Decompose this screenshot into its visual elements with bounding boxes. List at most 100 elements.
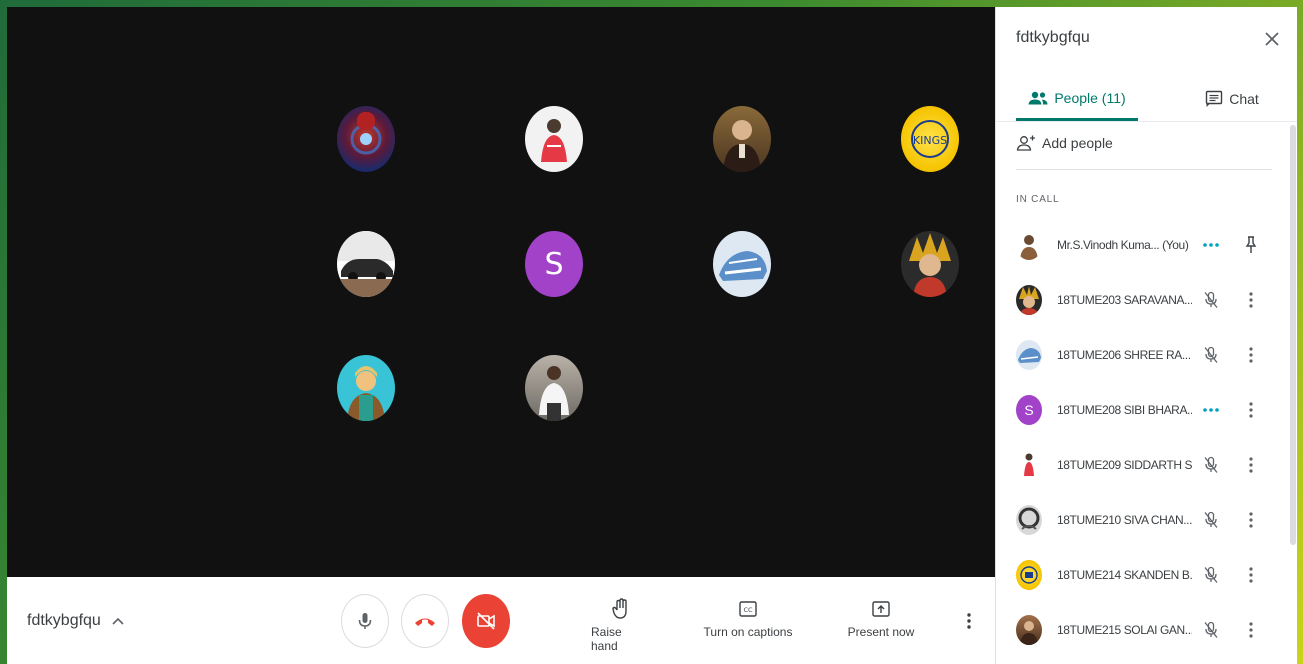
avatar: S: [1016, 395, 1042, 425]
more-vert-icon: [1249, 567, 1253, 583]
mic-off-icon: [1204, 291, 1218, 308]
more-options-button[interactable]: [1238, 512, 1264, 528]
participant-row[interactable]: Mr.S.Vinodh Kuma... (You): [1016, 225, 1276, 265]
hangup-icon: [415, 618, 435, 626]
close-panel-button[interactable]: [1260, 27, 1284, 51]
avatar-letter: S: [544, 246, 564, 282]
more-vert-icon: [1249, 512, 1253, 528]
ironman-avatar-icon: [350, 112, 382, 155]
muted-indicator: [1198, 456, 1224, 474]
participant-tile-1[interactable]: [337, 106, 395, 172]
meeting-details-toggle[interactable]: fdtkybgfqu: [27, 612, 125, 630]
more-options-button[interactable]: [1238, 567, 1264, 583]
participant-tile-5[interactable]: [337, 231, 395, 297]
mic-off-icon: [1204, 456, 1218, 473]
tab-people-label: People (11): [1054, 89, 1126, 106]
participant-tile-3[interactable]: [713, 106, 771, 172]
participant-tile-2[interactable]: [525, 106, 583, 172]
cartoon-avatar-icon: [347, 366, 385, 421]
avatar: [1016, 615, 1042, 645]
camera-button[interactable]: [462, 594, 510, 648]
mic-off-icon: [1204, 621, 1218, 638]
add-people-label: Add people: [1042, 135, 1113, 151]
participant-row[interactable]: 18TUME203 SARAVANA...: [1016, 280, 1276, 320]
speaking-indicator: [1198, 243, 1224, 247]
speaking-dots-icon: [1203, 408, 1219, 412]
hand-icon: [612, 598, 627, 619]
svg-text:KINGS: KINGS: [913, 134, 947, 147]
person-avatar-icon: [1024, 453, 1034, 476]
csk-logo-avatar-icon: KINGS: [911, 120, 949, 158]
participant-name: 18TUME214 SKANDEN B.: [1057, 568, 1192, 582]
camera-off-icon: [477, 612, 495, 630]
more-options-button[interactable]: [1238, 292, 1264, 308]
avatar: [1016, 340, 1042, 370]
chevron-up-icon: [112, 617, 124, 625]
avatar-letter: S: [1024, 402, 1034, 418]
shoes-avatar-icon: [719, 251, 767, 281]
tab-chat-label: Chat: [1229, 91, 1259, 107]
add-person-icon: [1016, 135, 1035, 151]
chat-icon: [1206, 90, 1223, 107]
mic-off-icon: [1204, 566, 1218, 583]
meet-window: KINGS S fdtkybgfqu Raise hand CC Turn on…: [7, 7, 1297, 664]
person-avatar-icon: [723, 120, 761, 172]
person-avatar-icon: [1020, 235, 1038, 260]
more-options-button[interactable]: [1238, 457, 1264, 473]
microphone-icon: [358, 613, 372, 629]
participant-row[interactable]: 18TUME214 SKANDEN B.: [1016, 555, 1276, 595]
tab-chat[interactable]: Chat: [1182, 77, 1282, 121]
participant-name: 18TUME210 SIVA CHAN...: [1057, 513, 1192, 527]
participant-row[interactable]: S 18TUME208 SIBI BHARA...: [1016, 390, 1276, 430]
participant-row[interactable]: 18TUME206 SHREE RA...: [1016, 335, 1276, 375]
video-stage: KINGS S: [7, 7, 995, 577]
participant-name: 18TUME215 SOLAI GAN...: [1057, 623, 1192, 637]
raise-hand-label: Raise hand: [591, 625, 622, 653]
panel-scrollbar[interactable]: [1290, 125, 1296, 545]
more-options-button[interactable]: [1238, 402, 1264, 418]
pin-button[interactable]: [1238, 236, 1264, 254]
meeting-code: fdtkybgfqu: [27, 612, 101, 629]
participant-tile-8[interactable]: [901, 231, 959, 297]
participant-tile-7[interactable]: [713, 231, 771, 297]
participant-tile-4[interactable]: KINGS: [901, 106, 959, 172]
muted-indicator: [1198, 511, 1224, 529]
participant-row[interactable]: 18TUME209 SIDDARTH S: [1016, 445, 1276, 485]
participant-name: Mr.S.Vinodh Kuma... (You): [1057, 238, 1189, 252]
raise-hand-button[interactable]: Raise hand: [591, 597, 651, 653]
participant-tile-10[interactable]: [525, 355, 583, 421]
avatar: [1016, 230, 1042, 260]
avatar: [1016, 505, 1042, 535]
panel-title: fdtkybgfqu: [1016, 29, 1090, 46]
leave-call-button[interactable]: [401, 594, 449, 648]
microphone-button[interactable]: [341, 594, 389, 648]
mic-off-icon: [1204, 511, 1218, 528]
more-vert-icon: [1249, 292, 1253, 308]
participant-row[interactable]: 18TUME215 SOLAI GAN...: [1016, 610, 1276, 650]
tab-people[interactable]: People (11): [1016, 77, 1138, 121]
more-vert-icon: [1249, 347, 1253, 363]
present-now-button[interactable]: Present now: [843, 597, 919, 639]
participant-tile-6[interactable]: S: [525, 231, 583, 297]
present-label: Present now: [847, 625, 915, 639]
person-avatar-icon: [539, 366, 569, 421]
participant-name: 18TUME203 SARAVANA...: [1057, 293, 1192, 307]
add-people-button[interactable]: Add people: [1016, 135, 1113, 151]
more-options-button[interactable]: [959, 611, 979, 631]
more-options-button[interactable]: [1238, 622, 1264, 638]
participant-row[interactable]: 18TUME210 SIVA CHAN...: [1016, 500, 1276, 540]
captions-button[interactable]: CC Turn on captions: [701, 597, 795, 639]
person-avatar-icon: [541, 119, 567, 162]
more-vert-icon: [1249, 402, 1253, 418]
avatar: [1016, 285, 1042, 315]
tab-divider: [996, 121, 1297, 122]
people-icon: [1028, 91, 1048, 104]
more-vert-icon: [1249, 622, 1253, 638]
anime-avatar-icon: [909, 233, 951, 297]
shoes-avatar-icon: [1018, 348, 1041, 363]
participant-tile-9[interactable]: [337, 355, 395, 421]
anime-avatar-icon: [1019, 286, 1039, 315]
car-avatar-icon: [337, 231, 395, 297]
more-options-button[interactable]: [1238, 347, 1264, 363]
svg-text:CC: CC: [743, 606, 753, 614]
